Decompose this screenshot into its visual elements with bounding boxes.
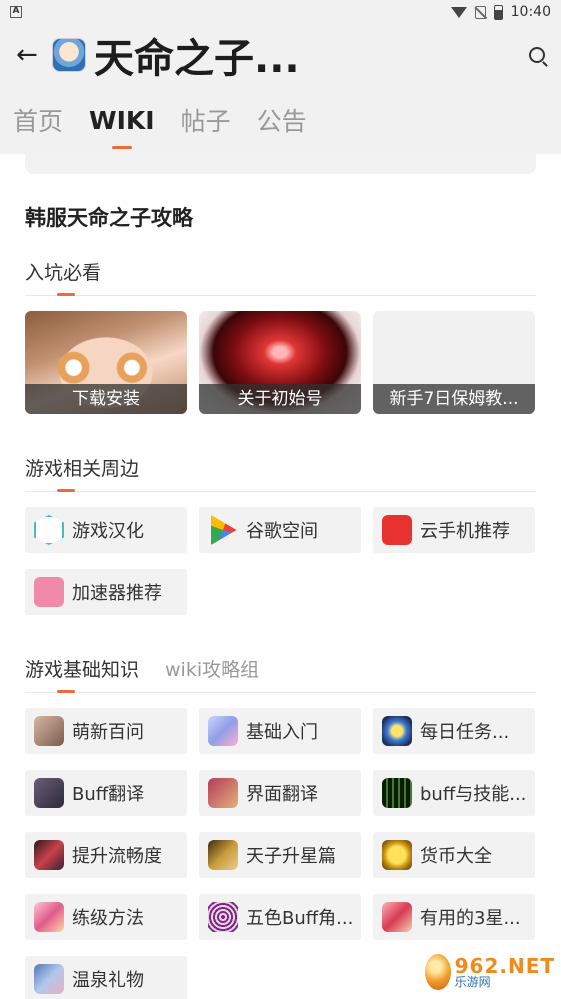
game-art-icon [208,840,238,870]
anime-avatar-icon [208,716,238,746]
tab-home[interactable]: 首页 [13,102,63,138]
chip-label: 加速器推荐 [72,583,162,604]
intro-cards: 下载安装 关于初始号 新手7日保姆教... [25,311,536,414]
section-header-peripheral: 游戏相关周边 [25,454,536,492]
app-bar: ← 天命之子... [0,24,561,86]
watermark-sub: 乐游网 [454,975,491,989]
tab-announcements[interactable]: 公告 [257,102,307,138]
chip-label: buff与技能... [420,784,527,805]
game-art-icon [382,778,412,808]
status-bar: A 10:40 [0,0,561,24]
card-download-install[interactable]: 下载安装 [25,311,187,414]
peripheral-grid: 游戏汉化 谷歌空间 云手机推荐 加速器推荐 [25,507,536,615]
chip-label: 提升流畅度 [72,846,162,867]
chip-label: 五色Buff角... [246,908,354,929]
chip-faq[interactable]: 萌新百问 [25,708,187,754]
game-art-icon [382,716,412,746]
chip-buff-translation[interactable]: Buff翻译 [25,770,187,816]
wiki-content: 韩服天命之子攻略 入坑必看 下载安装 关于初始号 新手7日保姆教... 游戏相关… [0,154,561,999]
card-label: 新手7日保姆教... [373,384,535,414]
notification-icon: A [10,6,22,18]
paper-plane-icon [34,577,64,607]
tab-wiki[interactable]: WIKI [89,106,155,135]
chip-label: Buff翻译 [72,784,145,805]
top-card-remnant [25,154,536,174]
chip-label: 界面翻译 [246,784,318,805]
section-header-basics: 游戏基础知识 wiki攻略组 [25,655,536,693]
chip-buff-skills[interactable]: buff与技能... [373,770,535,816]
section-title: 入坑必看 [25,258,101,296]
card-label: 关于初始号 [199,384,361,414]
section-title: 游戏相关周边 [25,454,139,492]
chip-label: 每日任务... [420,722,510,743]
wifi-icon [450,6,467,18]
chip-hot-spring-gifts[interactable]: 温泉礼物 [25,956,187,999]
game-art-icon [34,778,64,808]
back-arrow-icon[interactable]: ← [16,40,42,70]
chip-label: 天子升星篇 [246,846,336,867]
coins-icon [382,840,412,870]
site-watermark: 962.NET 乐游网 [421,949,555,995]
section-header-intro: 入坑必看 [25,258,536,296]
tab-bar: 首页 WIKI 帖子 公告 [0,86,561,154]
google-play-icon [211,515,237,545]
card-initial-account[interactable]: 关于初始号 [199,311,361,414]
section-title[interactable]: 游戏基础知识 [25,655,139,693]
chip-five-color-buff[interactable]: 五色Buff角... [199,894,361,940]
chip-leveling[interactable]: 练级方法 [25,894,187,940]
anime-avatar-icon [34,902,64,932]
pattern-icon [208,902,238,932]
status-time: 10:40 [510,4,551,20]
chip-label: 货币大全 [420,846,492,867]
card-newbie-guide[interactable]: 新手7日保姆教... [373,311,535,414]
chip-label: 温泉礼物 [72,970,144,991]
game-art-icon [208,778,238,808]
page-title: 天命之子... [94,36,300,82]
hexagon-icon [34,515,64,545]
tab-posts[interactable]: 帖子 [181,102,231,138]
chip-cloud-phone[interactable]: 云手机推荐 [373,507,535,553]
chip-label: 有用的3星... [420,908,521,929]
chip-label: 萌新百问 [72,722,144,743]
search-icon[interactable] [529,47,545,63]
chip-label: 谷歌空间 [246,521,318,542]
wiki-heading: 韩服天命之子攻略 [25,206,193,230]
game-logo-icon [52,38,86,72]
cloud-phone-icon [382,515,412,545]
chip-currency[interactable]: 货币大全 [373,832,535,878]
anime-avatar-icon [34,964,64,994]
game-art-icon [34,840,64,870]
chip-label: 基础入门 [246,722,318,743]
subtab-wiki-group[interactable]: wiki攻略组 [165,655,259,682]
chip-label: 游戏汉化 [72,521,144,542]
watermark-logo-icon [425,954,451,990]
anime-avatar-icon [34,716,64,746]
chip-accelerator[interactable]: 加速器推荐 [25,569,187,615]
chip-useful-3star[interactable]: 有用的3星... [373,894,535,940]
chip-localization[interactable]: 游戏汉化 [25,507,187,553]
watermark-main: 962.NET [454,954,555,978]
chip-star-upgrade[interactable]: 天子升星篇 [199,832,361,878]
chip-google-space[interactable]: 谷歌空间 [199,507,361,553]
chip-performance[interactable]: 提升流畅度 [25,832,187,878]
card-label: 下载安装 [25,384,187,414]
no-sim-icon [474,5,486,19]
chip-ui-translation[interactable]: 界面翻译 [199,770,361,816]
chip-daily-tasks[interactable]: 每日任务... [373,708,535,754]
chip-basics[interactable]: 基础入门 [199,708,361,754]
battery-icon [493,4,503,20]
anime-avatar-icon [382,902,412,932]
chip-label: 云手机推荐 [420,521,510,542]
chip-label: 练级方法 [72,908,144,929]
